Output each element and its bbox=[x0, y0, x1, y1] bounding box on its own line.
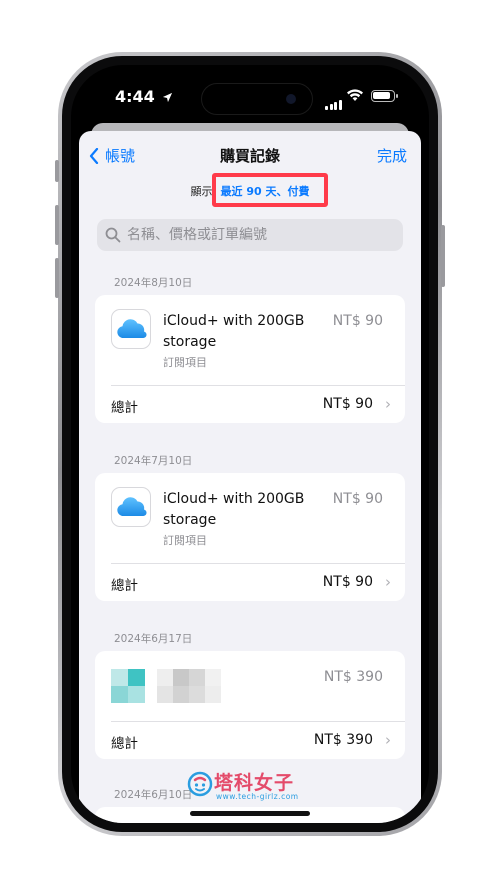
volume-up-button bbox=[55, 205, 59, 245]
page-title: 購買記錄 bbox=[219, 147, 280, 165]
date-header: 2024年6月17日 bbox=[114, 633, 193, 645]
search-field[interactable] bbox=[97, 219, 403, 251]
purchase-card: iCloud+ with 200GB storage 訂閱項目 NT$ 90 總… bbox=[95, 295, 405, 423]
item-name: iCloud+ with 200GB storage bbox=[163, 491, 305, 528]
total-row[interactable]: 總計 NT$ 90 › bbox=[95, 385, 405, 423]
item-price: NT$ 390 bbox=[323, 669, 383, 685]
search-icon bbox=[105, 227, 121, 243]
total-label: 總計 bbox=[111, 736, 138, 752]
total-value: NT$ 90 bbox=[322, 396, 373, 412]
total-label: 總計 bbox=[111, 578, 138, 594]
total-row[interactable]: 總計 NT$ 90 › bbox=[95, 563, 405, 601]
pixelated-app-icon bbox=[111, 669, 145, 703]
purchase-item-row[interactable]: iCloud+ with 200GB storage 訂閱項目 NT$ 90 bbox=[95, 295, 405, 385]
chevron-right-icon: › bbox=[385, 731, 391, 749]
cellular-signal-icon bbox=[325, 91, 343, 110]
watermark-logo-icon bbox=[187, 771, 213, 797]
item-type: 訂閱項目 bbox=[163, 534, 207, 547]
status-time: 4:44 bbox=[115, 87, 173, 106]
chevron-right-icon: › bbox=[385, 395, 391, 413]
power-button bbox=[441, 225, 445, 287]
date-header: 2024年8月10日 bbox=[114, 277, 193, 289]
total-label: 總計 bbox=[111, 400, 138, 416]
status-bar: 4:44 bbox=[71, 65, 429, 121]
search-input[interactable] bbox=[127, 227, 387, 243]
icloud-app-icon bbox=[111, 309, 151, 349]
watermark-text: 塔科女子 bbox=[214, 772, 295, 794]
phone-screen: 4:44 帳號 購買記錄 完成 顯示 最近 90 天、付費 名稱、價格或訂單編號… bbox=[71, 65, 429, 823]
date-header: 2024年6月10日 bbox=[114, 789, 193, 801]
battery-icon bbox=[371, 90, 398, 102]
filter-label: 顯示 bbox=[190, 185, 213, 198]
purchase-history-sheet: 帳號 購買記錄 完成 顯示 最近 90 天、付費 2024年8月10日 bbox=[79, 131, 421, 823]
volume-down-button bbox=[55, 258, 59, 298]
icloud-app-icon bbox=[111, 487, 151, 527]
total-value: NT$ 390 bbox=[313, 732, 373, 748]
item-price: NT$ 90 bbox=[332, 491, 383, 507]
purchase-card: iCloud+ with 200GB storage 訂閱項目 NT$ 90 總… bbox=[95, 473, 405, 601]
item-name: iCloud+ with 200GB storage bbox=[163, 313, 305, 350]
wifi-icon bbox=[347, 89, 363, 101]
dynamic-island bbox=[201, 83, 313, 115]
front-camera bbox=[286, 94, 296, 104]
action-button bbox=[55, 160, 59, 182]
item-type: 訂閱項目 bbox=[163, 356, 207, 369]
cloud-icon bbox=[117, 497, 147, 517]
date-header: 2024年7月10日 bbox=[114, 455, 193, 467]
done-button[interactable]: 完成 bbox=[377, 145, 407, 166]
watermark-url: www.tech-girlz.com bbox=[216, 792, 299, 801]
cloud-icon bbox=[117, 319, 147, 339]
highlight-annotation-box bbox=[212, 173, 328, 207]
purchase-card: NT$ 390 總計 NT$ 390 › bbox=[95, 651, 405, 759]
home-indicator[interactable] bbox=[190, 811, 310, 816]
navigation-bar: 帳號 購買記錄 完成 bbox=[79, 131, 421, 175]
chevron-right-icon: › bbox=[385, 573, 391, 591]
purchase-item-row[interactable]: iCloud+ with 200GB storage 訂閱項目 NT$ 90 bbox=[95, 473, 405, 563]
purchase-item-row[interactable]: NT$ 390 bbox=[95, 651, 405, 721]
item-price: NT$ 90 bbox=[332, 313, 383, 329]
pixelated-item-name bbox=[157, 669, 221, 703]
total-value: NT$ 90 bbox=[322, 574, 373, 590]
total-row[interactable]: 總計 NT$ 390 › bbox=[95, 721, 405, 759]
location-arrow-icon bbox=[163, 92, 173, 103]
watermark: 塔科女子 www.tech-girlz.com bbox=[186, 770, 316, 806]
